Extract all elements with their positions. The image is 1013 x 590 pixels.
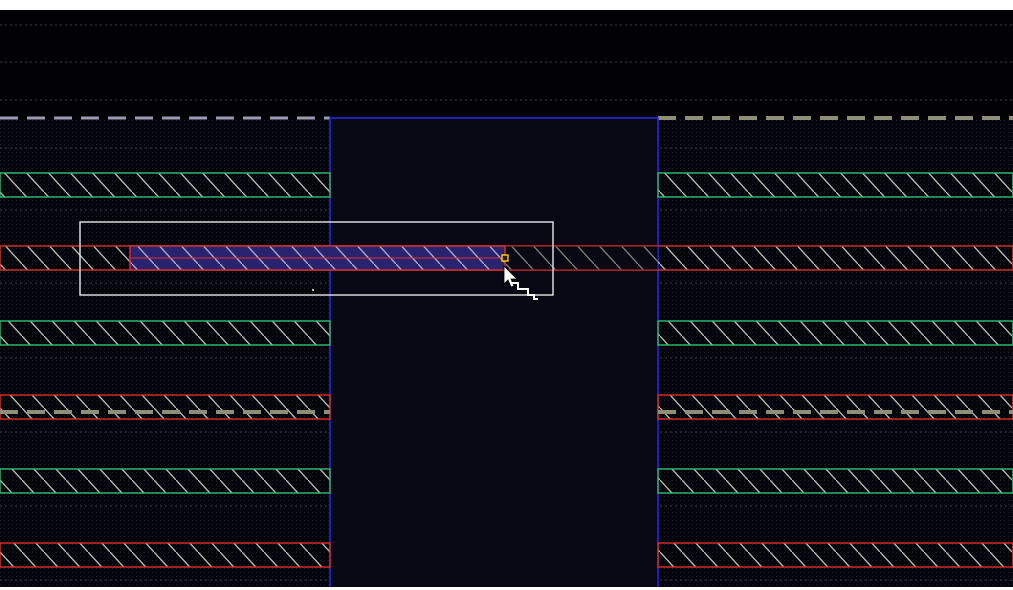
cell-boundary-column[interactable] [329, 117, 659, 590]
layout-canvas[interactable] [0, 0, 1013, 590]
square-handle-icon[interactable] [501, 254, 509, 262]
layout-canvas-svg[interactable] [0, 0, 1013, 590]
selection-box-corner-marker [312, 289, 314, 291]
canvas-top-dark-band [0, 10, 1013, 118]
